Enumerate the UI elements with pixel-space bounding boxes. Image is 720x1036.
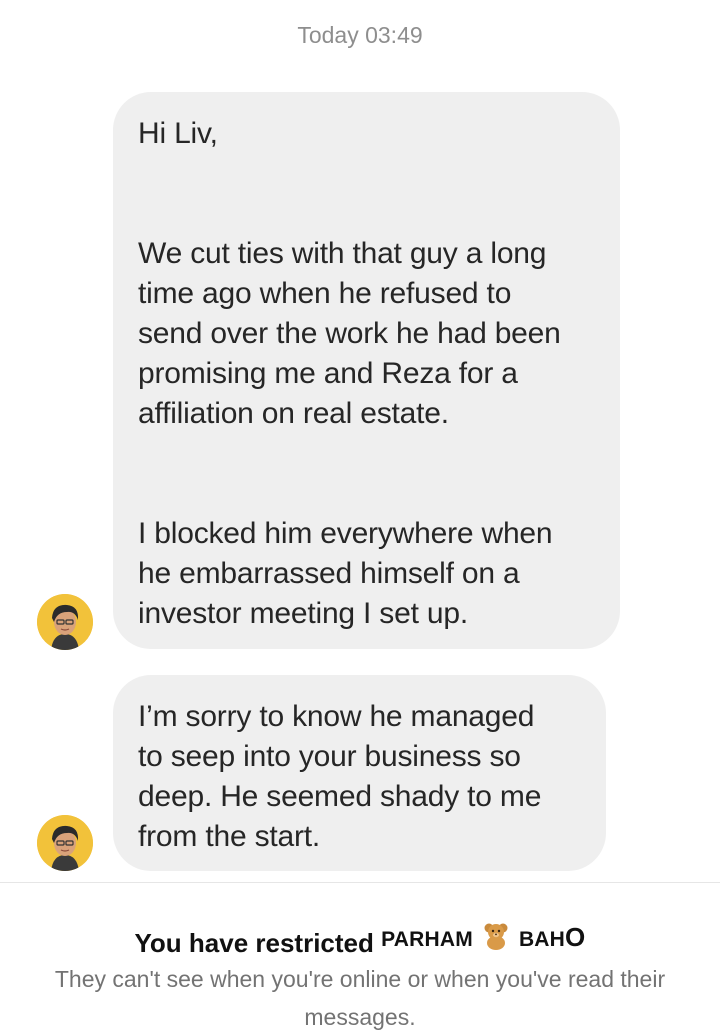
message-text: Hi Liv, <box>138 117 218 150</box>
restricted-notice-title: You have restricted PARHAM BAHO <box>0 920 720 959</box>
message-bubble[interactable]: Hi Liv, We cut ties with that guy a long… <box>113 92 620 649</box>
restricted-username: PARHAM BAHO <box>381 922 586 952</box>
restricted-notice-subtitle: They can't see when you're online or whe… <box>54 966 666 1030</box>
avatar-image <box>37 815 93 871</box>
message-bubble[interactable]: I’m sorry to know he managed to seep int… <box>113 675 606 871</box>
message-text: We cut ties with that guy a long time ag… <box>138 237 561 430</box>
message-text: I blocked him everywhere when he embarra… <box>138 517 553 630</box>
divider <box>0 882 720 883</box>
avatar-image <box>37 594 93 650</box>
message-text: I’m sorry to know he managed to seep int… <box>138 700 542 853</box>
restricted-prefix: You have restricted <box>134 928 374 958</box>
message-timestamp: Today 03:49 <box>297 22 423 48</box>
avatar[interactable] <box>37 815 93 871</box>
chat-thread: Today 03:49 Hi Liv, We cut ties with tha… <box>0 0 720 1036</box>
teddy-bear-icon <box>481 920 511 950</box>
avatar[interactable] <box>37 594 93 650</box>
